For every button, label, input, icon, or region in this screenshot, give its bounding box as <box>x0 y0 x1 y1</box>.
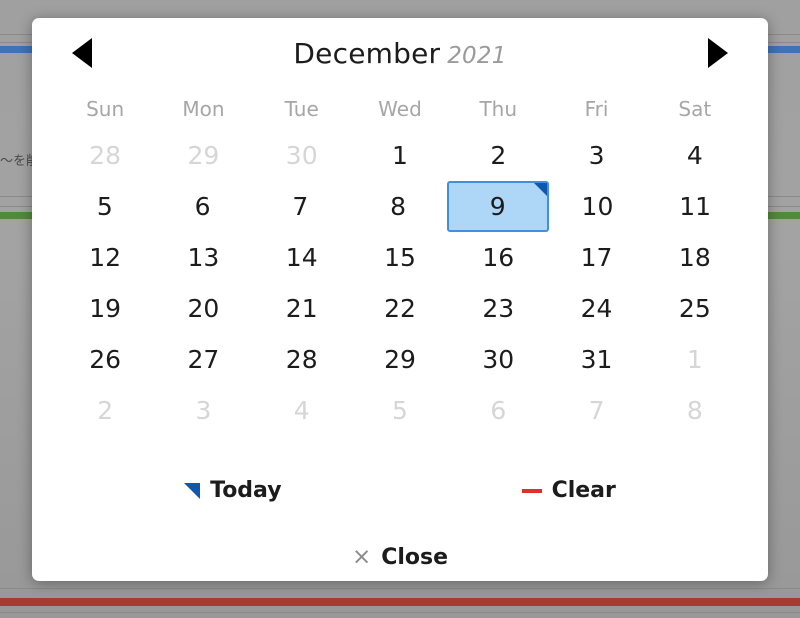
day-cell[interactable]: 28 <box>253 334 351 385</box>
calendar-weeks: 28 29 30 1 2 3 4 5 6 7 8 9 10 11 12 13 14 15 16 17 18 19 20 21 2… <box>56 130 744 436</box>
day-cell[interactable]: 11 <box>646 181 744 232</box>
day-cell[interactable]: 28 <box>56 130 154 181</box>
day-cell[interactable]: 30 <box>449 334 547 385</box>
day-cell[interactable]: 4 <box>646 130 744 181</box>
day-cell[interactable]: 19 <box>56 283 154 334</box>
calendar-week-row: 2345678 <box>56 385 744 436</box>
day-cell[interactable]: 17 <box>547 232 645 283</box>
month-label: December <box>293 36 441 70</box>
day-cell-selected[interactable]: 9 <box>446 181 549 232</box>
close-button[interactable]: × Close <box>352 545 448 570</box>
day-cell[interactable]: 23 <box>449 283 547 334</box>
day-cell[interactable]: 13 <box>154 232 252 283</box>
weekday-label: Tue <box>284 97 319 121</box>
calendar-footer: Today Clear × Close <box>32 436 768 570</box>
day-cell[interactable]: 3 <box>547 130 645 181</box>
month-year-title: December 2021 <box>293 37 506 70</box>
weekday-header-row: Sun Mon Tue Wed Thu Fri Sat <box>56 88 744 130</box>
day-cell[interactable]: 4 <box>253 385 351 436</box>
calendar-week-row: 5 6 7 8 9 10 11 <box>56 181 744 232</box>
today-button[interactable]: Today <box>184 478 282 503</box>
day-cell[interactable]: 29 <box>351 334 449 385</box>
day-cell[interactable]: 1 <box>351 130 449 181</box>
day-cell[interactable]: 5 <box>351 385 449 436</box>
day-cell[interactable]: 2 <box>56 385 154 436</box>
clear-button-label: Clear <box>551 478 616 503</box>
day-cell[interactable]: 29 <box>154 130 252 181</box>
weekday-label: Sat <box>678 97 712 121</box>
triangle-corner-icon <box>184 482 201 499</box>
calendar-week-row: 26 27 28 29 30 31 1 <box>56 334 744 385</box>
day-cell[interactable]: 27 <box>154 334 252 385</box>
calendar-week-row: 19 20 21 22 23 24 25 <box>56 283 744 334</box>
triangle-left-icon <box>72 38 92 68</box>
close-button-label: Close <box>381 545 449 570</box>
day-cell[interactable]: 31 <box>547 334 645 385</box>
day-cell[interactable]: 12 <box>56 232 154 283</box>
weekday-label: Sun <box>86 97 125 121</box>
prev-month-button[interactable] <box>62 33 102 73</box>
clear-button[interactable]: Clear <box>521 478 616 503</box>
day-cell[interactable]: 25 <box>646 283 744 334</box>
day-cell[interactable]: 16 <box>449 232 547 283</box>
day-cell[interactable]: 1 <box>646 334 744 385</box>
weekday-label: Mon <box>182 97 225 121</box>
day-cell[interactable]: 6 <box>154 181 252 232</box>
day-cell[interactable]: 3 <box>154 385 252 436</box>
weekday-label: Fri <box>584 97 609 121</box>
day-cell[interactable]: 7 <box>547 385 645 436</box>
calendar-grid: Sun Mon Tue Wed Thu Fri Sat 28 29 30 1 2 3 4 5 6 7 8 9 10 1… <box>32 88 768 436</box>
day-cell[interactable]: 30 <box>253 130 351 181</box>
weekday-label: Thu <box>479 97 518 121</box>
day-cell[interactable]: 2 <box>449 130 547 181</box>
day-cell[interactable]: 8 <box>646 385 744 436</box>
footer-actions-row: Today Clear <box>32 478 768 503</box>
backdrop-divider <box>0 588 800 589</box>
triangle-corner-icon <box>533 183 547 196</box>
day-cell[interactable]: 18 <box>646 232 744 283</box>
day-cell[interactable]: 20 <box>154 283 252 334</box>
next-month-button[interactable] <box>698 33 738 73</box>
day-cell[interactable]: 22 <box>351 283 449 334</box>
day-cell[interactable]: 10 <box>549 181 647 232</box>
day-cell[interactable]: 15 <box>351 232 449 283</box>
triangle-right-icon <box>708 38 728 68</box>
weekday-label: Wed <box>378 97 422 121</box>
calendar-header: December 2021 <box>32 18 768 88</box>
footer-close-row: × Close <box>32 545 768 570</box>
backdrop-red-bar <box>0 598 800 606</box>
day-cell[interactable]: 14 <box>253 232 351 283</box>
calendar-week-row: 28 29 30 1 2 3 4 <box>56 130 744 181</box>
day-cell[interactable]: 21 <box>253 283 351 334</box>
backdrop-divider <box>0 612 800 613</box>
day-cell[interactable]: 6 <box>449 385 547 436</box>
day-cell[interactable]: 8 <box>349 181 447 232</box>
day-cell[interactable]: 24 <box>547 283 645 334</box>
day-cell[interactable]: 26 <box>56 334 154 385</box>
day-cell[interactable]: 5 <box>56 181 154 232</box>
minus-icon <box>521 488 542 493</box>
year-label: 2021 <box>447 42 507 69</box>
today-button-label: Today <box>210 478 282 503</box>
calendar-week-row: 12 13 14 15 16 17 18 <box>56 232 744 283</box>
date-picker-dialog: December 2021 Sun Mon Tue Wed Thu Fri Sat 28 29 3… <box>32 18 768 581</box>
day-cell[interactable]: 7 <box>251 181 349 232</box>
close-x-icon: × <box>351 544 372 570</box>
